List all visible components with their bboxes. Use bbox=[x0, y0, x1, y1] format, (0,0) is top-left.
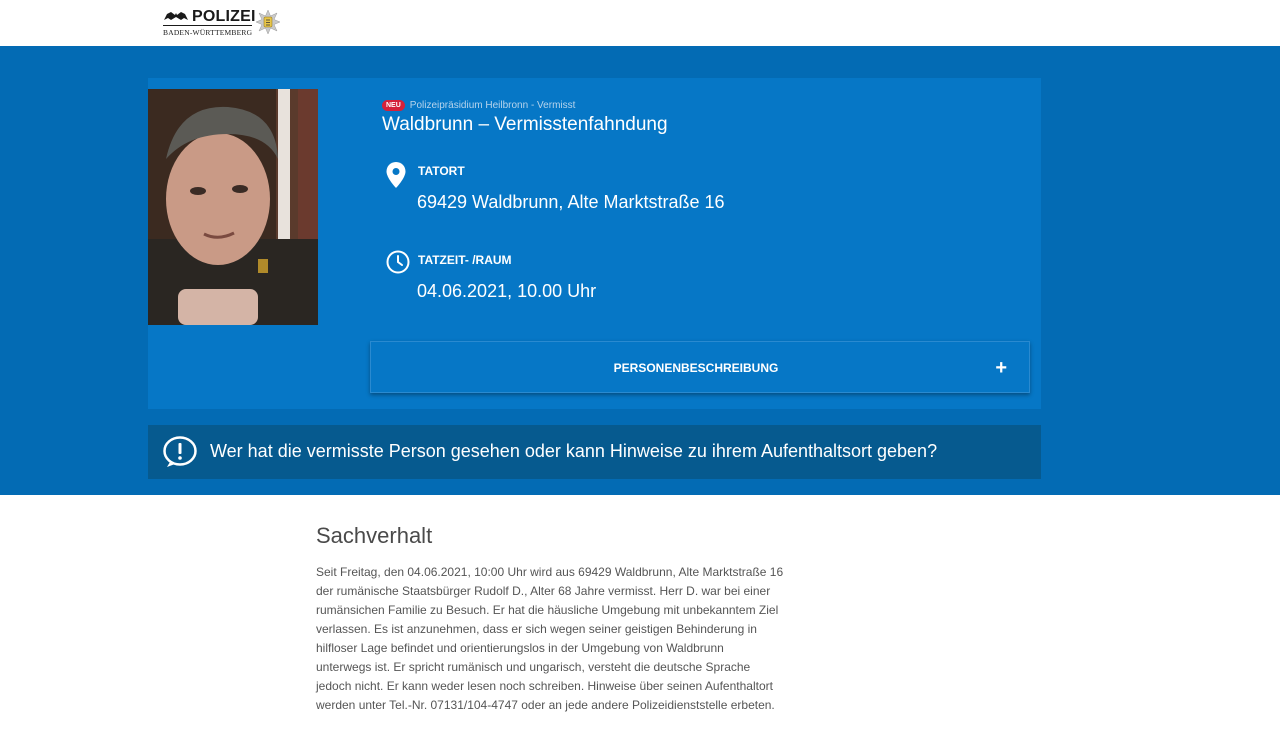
tip-callout: Wer hat die vermisste Person gesehen ode… bbox=[148, 425, 1041, 479]
case-title[interactable]: Waldbrunn – Vermisstenfahndung bbox=[382, 114, 668, 136]
time-value: 04.06.2021, 10.00 Uhr bbox=[417, 281, 597, 301]
map-pin-icon bbox=[386, 162, 406, 188]
body-line: unterwegs ist. Er spricht rumänisch und … bbox=[316, 660, 751, 674]
case-source[interactable]: Polizeipräsidium Heilbronn - Vermisst bbox=[410, 100, 576, 111]
body-line: jedoch nicht. Er kann weder lesen noch s… bbox=[316, 679, 773, 693]
case-meta: NEU Polizeipräsidium Heilbronn - Vermiss… bbox=[382, 98, 575, 112]
body-line: Seit Freitag, den 04.06.2021, 10:00 Uhr … bbox=[316, 565, 784, 579]
location-value: 69429 Waldbrunn, Alte Marktstraße 16 bbox=[417, 192, 725, 212]
clock-icon bbox=[386, 250, 410, 274]
callout-text: Wer hat die vermisste Person gesehen ode… bbox=[210, 441, 938, 461]
body-line: rumänsichen Familie zu Besuch. Er hat di… bbox=[316, 603, 779, 617]
police-logo[interactable]: POLIZEI BADEN-WÜRTTEMBERG bbox=[163, 8, 283, 38]
section-title: Sachverhalt bbox=[316, 523, 433, 548]
new-badge: NEU bbox=[382, 99, 405, 111]
body-line: verlassen. Es ist anzunehmen, dass er si… bbox=[316, 622, 757, 636]
logo-title: POLIZEI bbox=[192, 8, 256, 25]
location-label: TATORT bbox=[418, 164, 465, 178]
body-line: der rumänische Staatsbürger Rudolf D., A… bbox=[316, 584, 771, 598]
body-line: werden unter Tel.-Nr. 07131/104-4747 ode… bbox=[316, 698, 775, 712]
person-description-accordion[interactable]: PERSONENBESCHREIBUNG + bbox=[370, 341, 1030, 393]
logo-subtitle: BADEN-WÜRTTEMBERG bbox=[163, 28, 253, 37]
exclamation-circle-icon bbox=[163, 436, 197, 467]
section-body: Seit Freitag, den 04.06.2021, 10:00 Uhr … bbox=[316, 563, 806, 715]
portrait-image bbox=[148, 89, 318, 325]
accordion-label: PERSONENBESCHREIBUNG bbox=[613, 361, 779, 375]
body-line: hilfloser Lage befindet und orientierung… bbox=[316, 641, 724, 655]
site-header: POLIZEI BADEN-WÜRTTEMBERG bbox=[0, 0, 1280, 46]
plus-icon: + bbox=[995, 357, 1007, 379]
lions-emblem-icon bbox=[164, 12, 188, 20]
time-label: TATZEIT- /RAUM bbox=[418, 253, 512, 267]
missing-person-photo[interactable] bbox=[148, 89, 318, 325]
police-star-icon bbox=[256, 10, 280, 34]
logo-divider bbox=[163, 25, 252, 26]
